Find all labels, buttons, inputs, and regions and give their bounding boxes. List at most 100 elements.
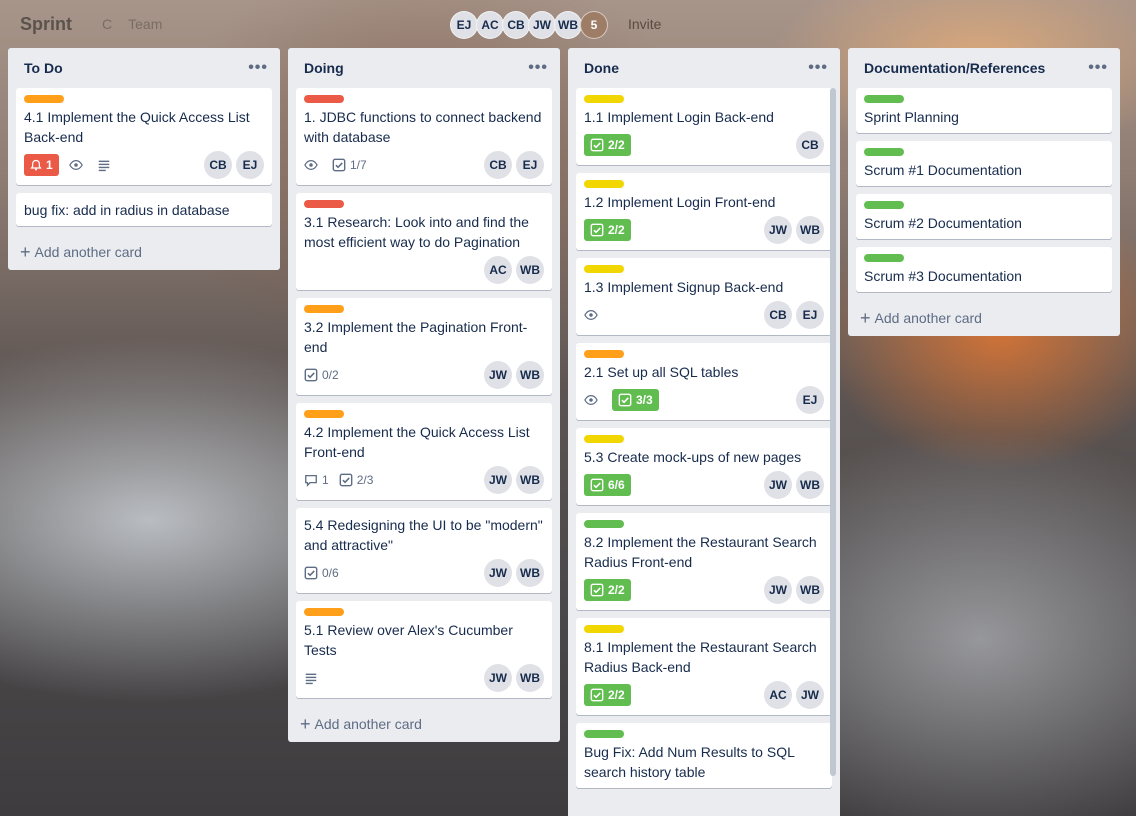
badge-group: [304, 671, 332, 685]
list-menu-icon[interactable]: •••: [528, 59, 548, 77]
card[interactable]: 3.1 Research: Look into and find the mos…: [296, 193, 552, 290]
card-label[interactable]: [864, 201, 904, 209]
avatar[interactable]: WB: [796, 576, 824, 604]
card-label[interactable]: [584, 350, 624, 358]
card[interactable]: Sprint Planning: [856, 88, 1112, 133]
list-menu-icon[interactable]: •••: [808, 59, 828, 77]
avatar[interactable]: JW: [764, 576, 792, 604]
checklist-count: 2/2: [608, 138, 625, 152]
add-card-button[interactable]: +Add another card: [568, 812, 840, 816]
avatar[interactable]: JW: [484, 466, 512, 494]
avatar[interactable]: EJ: [796, 386, 824, 414]
card-label[interactable]: [864, 95, 904, 103]
add-card-button[interactable]: +Add another card: [8, 234, 280, 270]
list-menu-icon[interactable]: •••: [248, 59, 268, 77]
card-label[interactable]: [304, 608, 344, 616]
card[interactable]: bug fix: add in radius in database: [16, 193, 272, 226]
card[interactable]: 2.1 Set up all SQL tables 3/3 EJ: [576, 343, 832, 420]
badge-group: 3/3: [584, 389, 669, 411]
card-label[interactable]: [864, 254, 904, 262]
add-card-button[interactable]: +Add another card: [848, 300, 1120, 336]
avatar[interactable]: CB: [796, 131, 824, 159]
card-badges: AC WB: [304, 256, 544, 284]
avatar[interactable]: AC: [476, 11, 504, 39]
list-title[interactable]: Doing: [304, 60, 344, 76]
card-label[interactable]: [584, 730, 624, 738]
avatar[interactable]: JW: [484, 664, 512, 692]
card-label[interactable]: [304, 95, 344, 103]
avatar[interactable]: WB: [516, 559, 544, 587]
avatar[interactable]: CB: [484, 151, 512, 179]
avatar[interactable]: EJ: [450, 11, 478, 39]
card-badges: 2/2 JW WB: [584, 576, 824, 604]
card[interactable]: 5.1 Review over Alex's Cucumber Tests JW W…: [296, 601, 552, 698]
invite-button[interactable]: Invite: [620, 12, 669, 36]
card-label[interactable]: [584, 95, 624, 103]
avatar[interactable]: JW: [764, 216, 792, 244]
list-title[interactable]: To Do: [24, 60, 63, 76]
card[interactable]: 8.1 Implement the Restaurant Search Radi…: [576, 618, 832, 715]
card[interactable]: 5.3 Create mock-ups of new pages 6/6 JW WB: [576, 428, 832, 505]
avatar[interactable]: WB: [516, 361, 544, 389]
board-name[interactable]: Sprint: [20, 14, 72, 35]
list-menu-icon[interactable]: •••: [1088, 59, 1108, 77]
avatar[interactable]: WB: [516, 466, 544, 494]
avatar[interactable]: JW: [528, 11, 556, 39]
card[interactable]: Scrum #2 Documentation: [856, 194, 1112, 239]
checklist-badge: 1/7: [332, 158, 367, 172]
card-label[interactable]: [304, 305, 344, 313]
list-title[interactable]: Documentation/References: [864, 60, 1045, 76]
avatar[interactable]: JW: [796, 681, 824, 709]
card[interactable]: 1.3 Implement Signup Back-end CB EJ: [576, 258, 832, 335]
notification-badge[interactable]: 1: [24, 154, 59, 176]
card[interactable]: 8.2 Implement the Restaurant Search Radi…: [576, 513, 832, 610]
avatar[interactable]: JW: [764, 471, 792, 499]
card-label[interactable]: [584, 180, 624, 188]
card[interactable]: 1.2 Implement Login Front-end 2/2 JW WB: [576, 173, 832, 250]
avatar[interactable]: EJ: [236, 151, 264, 179]
card[interactable]: 1. JDBC functions to connect backend wit…: [296, 88, 552, 185]
card-badges: 2/2 AC JW: [584, 681, 824, 709]
card[interactable]: Scrum #1 Documentation: [856, 141, 1112, 186]
card[interactable]: 4.2 Implement the Quick Access List Fron…: [296, 403, 552, 500]
avatar[interactable]: WB: [796, 471, 824, 499]
card-label[interactable]: [584, 265, 624, 273]
avatar[interactable]: WB: [796, 216, 824, 244]
card-label[interactable]: [304, 410, 344, 418]
avatar[interactable]: JW: [484, 559, 512, 587]
card-label[interactable]: [584, 520, 624, 528]
avatar[interactable]: AC: [764, 681, 792, 709]
header-ghost-item[interactable]: C: [102, 16, 112, 32]
card-title: bug fix: add in radius in database: [24, 202, 230, 218]
card-badges: 2/2 JW WB: [584, 216, 824, 244]
avatar[interactable]: EJ: [796, 301, 824, 329]
card[interactable]: 3.2 Implement the Pagination Front-end 0/…: [296, 298, 552, 395]
card-label[interactable]: [304, 200, 344, 208]
list-title[interactable]: Done: [584, 60, 619, 76]
card-members: JW WB: [480, 664, 544, 692]
card[interactable]: Bug Fix: Add Num Results to SQL search h…: [576, 723, 832, 788]
avatar[interactable]: WB: [516, 664, 544, 692]
avatar[interactable]: EJ: [516, 151, 544, 179]
avatar[interactable]: WB: [554, 11, 582, 39]
list-scrollbar[interactable]: [830, 88, 836, 776]
card-members: EJ: [792, 386, 824, 414]
card-label[interactable]: [584, 625, 624, 633]
avatar[interactable]: CB: [764, 301, 792, 329]
header-ghost-item[interactable]: Team: [128, 16, 162, 32]
card[interactable]: 5.4 Redesigning the UI to be "modern" an…: [296, 508, 552, 593]
add-card-button[interactable]: +Add another card: [288, 706, 560, 742]
avatar[interactable]: AC: [484, 256, 512, 284]
card-label[interactable]: [864, 148, 904, 156]
card[interactable]: 4.1 Implement the Quick Access List Back…: [16, 88, 272, 185]
member-count-badge[interactable]: 5: [580, 11, 608, 39]
watch-icon: [584, 393, 602, 407]
card[interactable]: 1.1 Implement Login Back-end 2/2 CB: [576, 88, 832, 165]
avatar[interactable]: CB: [502, 11, 530, 39]
card[interactable]: Scrum #3 Documentation: [856, 247, 1112, 292]
avatar[interactable]: JW: [484, 361, 512, 389]
avatar[interactable]: WB: [516, 256, 544, 284]
card-label[interactable]: [584, 435, 624, 443]
avatar[interactable]: CB: [204, 151, 232, 179]
card-label[interactable]: [24, 95, 64, 103]
